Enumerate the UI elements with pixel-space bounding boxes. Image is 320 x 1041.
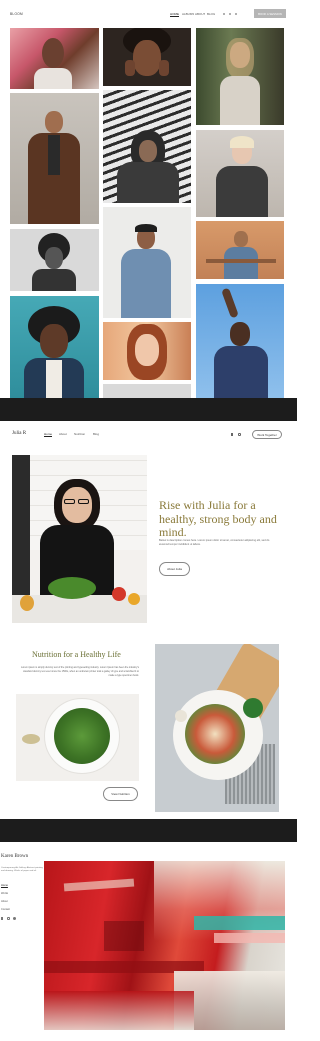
- portrait-woman-forest[interactable]: [196, 28, 284, 125]
- view-nutrition-button[interactable]: View Nutrition: [103, 787, 138, 801]
- karen-nav-contact[interactable]: Contact: [1, 908, 10, 912]
- portrait-man-denim[interactable]: [103, 207, 191, 318]
- julia-nav-nutrition[interactable]: Nutrition: [74, 432, 85, 436]
- instagram-icon[interactable]: [7, 917, 10, 920]
- portrait-redhead[interactable]: [103, 322, 191, 380]
- work-together-button[interactable]: Work Together: [252, 430, 282, 439]
- facebook-icon[interactable]: [223, 13, 225, 15]
- gallery-nav-albums[interactable]: ALBUMS: [182, 12, 194, 16]
- section-divider: [0, 398, 297, 421]
- section-divider-2: [0, 819, 297, 842]
- book-session-button[interactable]: BOOK A SESSION: [254, 9, 286, 18]
- karen-nav-about[interactable]: About: [1, 900, 8, 904]
- hero-heading: Rise with Julia for a healthy, strong bo…: [159, 498, 277, 539]
- gallery-header: BLOOM HOME ALBUMS ABOUT BLOG BOOK A SESS…: [0, 0, 297, 26]
- julia-nav-home[interactable]: Home: [44, 432, 53, 437]
- abstract-painting[interactable]: [44, 861, 285, 1030]
- twitter-icon[interactable]: [13, 917, 16, 920]
- portrait-man-sky[interactable]: [196, 284, 284, 398]
- gallery-logo[interactable]: BLOOM: [10, 12, 23, 16]
- portrait-woman-flowers[interactable]: [10, 28, 99, 89]
- twitter-icon[interactable]: [229, 13, 231, 15]
- portrait-tattooed-woman[interactable]: [196, 130, 284, 217]
- julia-nav-blog[interactable]: Blog: [93, 432, 99, 436]
- julia-section: Julia R Home About Nutrition Blog Work T…: [0, 421, 297, 819]
- facebook-icon[interactable]: [231, 433, 233, 436]
- karen-nav-works[interactable]: Works: [1, 892, 8, 896]
- portrait-man-leather-jacket[interactable]: [10, 93, 99, 224]
- instagram-icon[interactable]: [238, 433, 241, 436]
- about-julia-button[interactable]: About Julia: [159, 562, 190, 576]
- gallery-nav-about[interactable]: ABOUT: [195, 12, 205, 16]
- gallery-nav-blog[interactable]: BLOG: [207, 12, 215, 16]
- karen-bio: Contemporary Art Gallery. Abstract paint…: [1, 867, 43, 873]
- portrait-hoodie-blinds[interactable]: [103, 90, 191, 203]
- karen-section: Karen Brown Contemporary Art Gallery. Ab…: [0, 842, 297, 1041]
- salad-image: [16, 694, 139, 781]
- facebook-icon[interactable]: [1, 917, 3, 920]
- portrait-man-sitting[interactable]: [196, 221, 284, 279]
- gallery-nav-home[interactable]: HOME: [170, 12, 179, 17]
- julia-nav-about[interactable]: About: [59, 432, 67, 436]
- instagram-icon[interactable]: [235, 13, 237, 15]
- toast-plate-image: [155, 644, 279, 812]
- karen-nav-home[interactable]: Home: [1, 884, 8, 888]
- gallery-section: BLOOM HOME ALBUMS ABOUT BLOG BOOK A SESS…: [0, 0, 297, 398]
- portrait-cropped-bottom[interactable]: [103, 384, 191, 398]
- karen-name[interactable]: Karen Brown: [1, 854, 28, 859]
- nutrition-heading: Nutrition for a Healthy Life: [32, 650, 121, 659]
- hero-body: Below is description comes here. Lorem i…: [159, 539, 270, 546]
- julia-logo[interactable]: Julia R: [12, 431, 26, 436]
- hero-image-julia: [12, 455, 147, 623]
- nutrition-body: Lorem ipsum is simply dummy text of the …: [20, 666, 139, 677]
- portrait-bw-curly-hair[interactable]: [10, 229, 99, 291]
- portrait-afro-teal[interactable]: [10, 296, 99, 398]
- portrait-woman-braids[interactable]: [103, 28, 191, 86]
